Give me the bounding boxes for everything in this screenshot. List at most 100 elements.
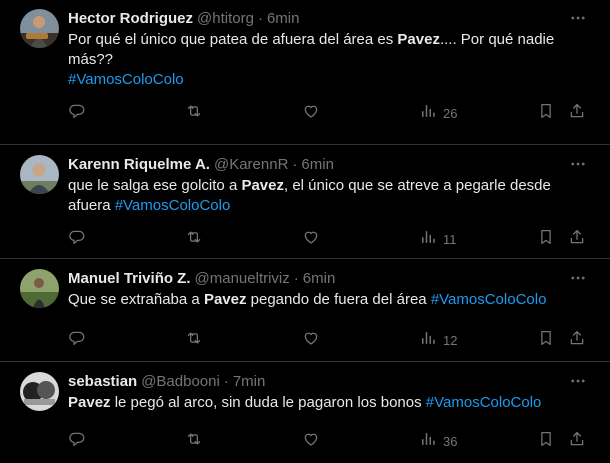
- bold-text: Pavez: [203, 291, 247, 308]
- views-count: 11: [443, 231, 457, 247]
- bookmark-button[interactable]: [537, 228, 555, 250]
- share-button[interactable]: [568, 228, 586, 250]
- tweet[interactable]: Karenn Riquelme A. @KarennR · 6min que l…: [0, 146, 610, 259]
- bold-text: Pavez: [68, 394, 111, 411]
- text-segment: Que se extrañaba a: [68, 291, 204, 308]
- author-handle[interactable]: @Badbooni: [141, 373, 220, 390]
- author-name[interactable]: Manuel Triviño Z.: [68, 270, 191, 287]
- hashtag-link[interactable]: #VamosColoColo: [115, 197, 231, 214]
- views-icon: [419, 228, 437, 251]
- tweet[interactable]: Hector Rodriguez @htitorg · 6min Por qué…: [0, 0, 610, 145]
- tweet[interactable]: sebastian @Badbooni · 7min Pavez le pegó…: [0, 363, 610, 463]
- views-count: 26: [443, 105, 458, 121]
- tweet-text: Que se extrañaba a Pavez pegando de fuer…: [68, 290, 590, 310]
- hashtag-link[interactable]: #VamosColoColo: [68, 71, 184, 88]
- retweet-button[interactable]: [185, 102, 203, 124]
- separator-dot: ·: [293, 269, 299, 287]
- like-button[interactable]: [302, 102, 320, 124]
- tweet-header: Karenn Riquelme A. @KarennR · 6min: [68, 154, 590, 174]
- tweet-content: Manuel Triviño Z. @manueltriviz · 6min Q…: [68, 268, 590, 310]
- tweet-actions: 12: [68, 329, 590, 351]
- retweet-button[interactable]: [185, 430, 203, 452]
- bookmark-icon: [537, 102, 555, 125]
- views-icon: [419, 102, 437, 125]
- share-icon: [568, 329, 586, 352]
- text-segment: pegando de fuera del área: [246, 291, 431, 308]
- bookmark-icon: [537, 329, 555, 352]
- reply-button[interactable]: [68, 102, 86, 124]
- like-button[interactable]: [302, 329, 320, 351]
- retweet-button[interactable]: [185, 228, 203, 250]
- like-icon: [302, 430, 320, 453]
- reply-button[interactable]: [68, 430, 86, 452]
- hashtag-link[interactable]: #VamosColoColo: [431, 291, 547, 308]
- like-button[interactable]: [302, 228, 320, 250]
- avatar[interactable]: [20, 269, 59, 308]
- share-button[interactable]: [568, 430, 586, 452]
- tweet-actions: 26: [68, 102, 590, 124]
- like-icon: [302, 102, 320, 125]
- tweet[interactable]: Manuel Triviño Z. @manueltriviz · 6min Q…: [0, 260, 610, 362]
- timeline-feed: Hector Rodriguez @htitorg · 6min Por qué…: [0, 0, 610, 463]
- separator-dot: ·: [257, 9, 263, 27]
- tweet-actions: 36: [68, 430, 590, 452]
- views-button[interactable]: 26: [419, 102, 457, 124]
- views-button[interactable]: 36: [419, 430, 457, 452]
- bold-text: Pavez: [397, 31, 440, 48]
- author-name[interactable]: Karenn Riquelme A.: [68, 156, 210, 173]
- author-name[interactable]: sebastian: [68, 373, 137, 390]
- bookmark-icon: [537, 228, 555, 251]
- tweet-text: que le salga ese golcito a Pavez, el úni…: [68, 176, 590, 216]
- separator-dot: ·: [223, 372, 229, 390]
- reply-icon: [68, 228, 86, 251]
- hashtag-link[interactable]: #VamosColoColo: [426, 394, 542, 411]
- like-icon: [302, 228, 320, 251]
- separator-dot: ·: [292, 155, 298, 173]
- reply-button[interactable]: [68, 329, 86, 351]
- share-icon: [568, 102, 586, 125]
- tweet-content: sebastian @Badbooni · 7min Pavez le pegó…: [68, 371, 590, 413]
- tweet-header: Manuel Triviño Z. @manueltriviz · 6min: [68, 268, 590, 288]
- share-button[interactable]: [568, 102, 586, 124]
- share-icon: [568, 228, 586, 251]
- author-name[interactable]: Hector Rodriguez: [68, 10, 193, 27]
- reply-icon: [68, 102, 86, 125]
- retweet-icon: [185, 430, 203, 453]
- retweet-button[interactable]: [185, 329, 203, 351]
- timestamp[interactable]: 6min: [303, 270, 336, 287]
- timestamp[interactable]: 6min: [301, 156, 334, 173]
- share-button[interactable]: [568, 329, 586, 351]
- views-button[interactable]: 12: [419, 329, 457, 351]
- more-icon[interactable]: [566, 371, 590, 391]
- tweet-header: sebastian @Badbooni · 7min: [68, 371, 590, 391]
- like-icon: [302, 329, 320, 352]
- views-count: 12: [443, 332, 458, 348]
- views-button[interactable]: 11: [419, 228, 457, 250]
- bookmark-button[interactable]: [537, 430, 555, 452]
- avatar[interactable]: [20, 155, 59, 194]
- views-icon: [419, 329, 437, 352]
- author-handle[interactable]: @htitorg: [197, 10, 254, 27]
- like-button[interactable]: [302, 430, 320, 452]
- text-segment: le pegó al arco, sin duda le pagaron los…: [110, 394, 426, 411]
- retweet-icon: [185, 329, 203, 352]
- avatar[interactable]: [20, 9, 59, 48]
- timestamp[interactable]: 7min: [233, 373, 266, 390]
- avatar[interactable]: [20, 372, 59, 411]
- more-icon[interactable]: [566, 154, 590, 174]
- author-handle[interactable]: @manueltriviz: [195, 270, 290, 287]
- tweet-header: Hector Rodriguez @htitorg · 6min: [68, 8, 590, 28]
- reply-icon: [68, 329, 86, 352]
- bookmark-button[interactable]: [537, 102, 555, 124]
- more-icon[interactable]: [566, 268, 590, 288]
- author-handle[interactable]: @KarennR: [214, 156, 288, 173]
- text-segment: que le salga ese golcito a: [68, 177, 242, 194]
- views-icon: [419, 430, 437, 453]
- reply-icon: [68, 430, 86, 453]
- bookmark-button[interactable]: [537, 329, 555, 351]
- timestamp[interactable]: 6min: [267, 10, 300, 27]
- more-icon[interactable]: [566, 8, 590, 28]
- reply-button[interactable]: [68, 228, 86, 250]
- tweet-content: Karenn Riquelme A. @KarennR · 6min que l…: [68, 154, 590, 216]
- tweet-text: Pavez le pegó al arco, sin duda le pagar…: [68, 393, 590, 413]
